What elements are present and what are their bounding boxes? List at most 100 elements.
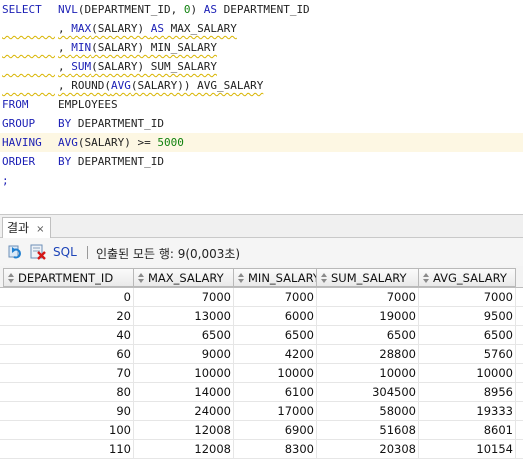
table-cell[interactable]: 10000	[233, 364, 317, 382]
table-cell[interactable]: 58000	[316, 402, 419, 420]
table-cell[interactable]: 4200	[233, 345, 317, 363]
table-row[interactable]: 90 24000 17000 58000 19333	[0, 402, 523, 421]
editor-line[interactable]: FROM EMPLOYEES	[0, 95, 523, 114]
tab-results[interactable]: 결과 ×	[2, 217, 52, 238]
table-cell[interactable]: 40	[3, 326, 134, 344]
table-cell[interactable]: 10154	[418, 440, 516, 458]
column-header[interactable]: MIN_SALARY	[233, 268, 317, 287]
table-cell[interactable]: 8601	[418, 421, 516, 439]
table-cell[interactable]: 5760	[418, 345, 516, 363]
table-cell[interactable]: 7000	[133, 288, 234, 306]
table-row[interactable]: 40 6500 6500 6500 6500	[0, 326, 523, 345]
sort-icon	[238, 273, 244, 283]
sql-token: BY	[58, 155, 72, 168]
table-cell[interactable]: 10000	[316, 364, 419, 382]
table-row[interactable]: 80 14000 6100 304500 8956	[0, 383, 523, 402]
editor-line[interactable]: GROUP BY DEPARTMENT_ID	[0, 114, 523, 133]
table-cell[interactable]: 19333	[418, 402, 516, 420]
editor-line[interactable]: HAVING AVG(SALARY) >= 5000	[0, 133, 523, 152]
table-cell[interactable]: 14000	[133, 383, 234, 401]
sql-link[interactable]: SQL	[53, 245, 77, 259]
table-cell[interactable]: 8300	[233, 440, 317, 458]
sql-expression: , SUM(SALARY) SUM_SALARY	[58, 57, 217, 76]
table-cell[interactable]: 10000	[133, 364, 234, 382]
table-cell[interactable]: 8956	[418, 383, 516, 401]
results-grid[interactable]: DEPARTMENT_ID MAX_SALARY MIN_SALARY SUM_SAL…	[0, 266, 523, 465]
table-cell[interactable]: 7000	[316, 288, 419, 306]
table-cell[interactable]: 6500	[316, 326, 419, 344]
close-icon[interactable]: ×	[36, 224, 44, 235]
editor-line[interactable]: ORDER BY DEPARTMENT_ID	[0, 152, 523, 171]
column-header[interactable]: MAX_SALARY	[133, 268, 234, 287]
table-cell[interactable]: 9000	[133, 345, 234, 363]
sql-expression: AVG(SALARY) >= 5000	[58, 133, 184, 152]
table-cell[interactable]: 7000	[418, 288, 516, 306]
sql-token: MAX	[71, 22, 92, 35]
table-cell[interactable]: 6500	[418, 326, 516, 344]
table-cell[interactable]: 80	[3, 383, 134, 401]
delete-icon[interactable]	[30, 244, 46, 260]
editor-line[interactable]: ;	[0, 171, 523, 190]
grid-header: DEPARTMENT_ID MAX_SALARY MIN_SALARY SUM_SAL…	[0, 266, 523, 288]
table-cell[interactable]: 0	[3, 288, 134, 306]
table-cell[interactable]: 17000	[233, 402, 317, 420]
editor-line[interactable]: , MAX(SALARY) AS MAX_SALARY	[0, 19, 523, 38]
sql-token: ,	[58, 60, 72, 73]
sql-token: , ROUND(	[58, 79, 111, 92]
table-cell[interactable]: 51608	[316, 421, 419, 439]
table-cell[interactable]: 6100	[233, 383, 317, 401]
table-row[interactable]: 60 9000 4200 28800 5760	[0, 345, 523, 364]
editor-line[interactable]: SELECT NVL(DEPARTMENT_ID, 0) AS DEPARTMEN…	[0, 0, 523, 19]
table-cell[interactable]: 12008	[133, 440, 234, 458]
table-cell[interactable]: 6900	[233, 421, 317, 439]
sql-token: BY	[58, 117, 72, 130]
sql-keyword: ;	[2, 174, 9, 187]
table-cell[interactable]: 304500	[316, 383, 419, 401]
editor-line[interactable]: , ROUND(AVG(SALARY)) AVG_SALARY	[0, 76, 523, 95]
table-cell[interactable]: 7000	[233, 288, 317, 306]
sql-editor[interactable]: SELECT NVL(DEPARTMENT_ID, 0) AS DEPARTMEN…	[0, 0, 523, 196]
table-cell[interactable]: 110	[3, 440, 134, 458]
table-cell[interactable]: 100	[3, 421, 134, 439]
table-row[interactable]: 20 13000 6000 19000 9500	[0, 307, 523, 326]
table-cell[interactable]: 20308	[316, 440, 419, 458]
fetch-status: 인출된 모든 행: 9(0,003초)	[96, 247, 241, 261]
sql-token: (SALARY) SUM_SALARY	[91, 60, 217, 73]
refresh-icon[interactable]	[8, 244, 24, 260]
table-cell[interactable]: 6000	[233, 307, 317, 325]
table-cell[interactable]: 19000	[316, 307, 419, 325]
table-row[interactable]: 100 12008 6900 51608 8601	[0, 421, 523, 440]
table-cell[interactable]: 60	[3, 345, 134, 363]
sql-token: (SALARY) MIN_SALARY	[91, 41, 217, 54]
column-header[interactable]: AVG_SALARY	[418, 268, 516, 287]
sort-icon	[8, 273, 14, 283]
table-cell[interactable]: 24000	[133, 402, 234, 420]
table-cell[interactable]: 70	[3, 364, 134, 382]
table-cell[interactable]: 6500	[133, 326, 234, 344]
table-cell[interactable]: 90	[3, 402, 134, 420]
table-cell[interactable]: 13000	[133, 307, 234, 325]
sql-token: DEPARTMENT_ID	[71, 155, 164, 168]
table-cell[interactable]: 28800	[316, 345, 419, 363]
table-row[interactable]: 70 10000 10000 10000 10000	[0, 364, 523, 383]
sql-token: AS	[203, 3, 217, 16]
column-header[interactable]: DEPARTMENT_ID	[3, 268, 134, 287]
column-header-label: DEPARTMENT_ID	[18, 271, 114, 285]
panel-splitter[interactable]	[0, 196, 523, 214]
sql-token: (SALARY)) AVG_SALARY	[130, 79, 264, 92]
column-header-label: AVG_SALARY	[433, 271, 507, 285]
column-header[interactable]: SUM_SALARY	[316, 268, 419, 287]
sql-token: ,	[58, 41, 72, 54]
table-cell[interactable]: 12008	[133, 421, 234, 439]
table-cell[interactable]: 10000	[418, 364, 516, 382]
table-row[interactable]: 110 12008 8300 20308 10154	[0, 440, 523, 459]
editor-line[interactable]: , SUM(SALARY) SUM_SALARY	[0, 57, 523, 76]
sql-token: EMPLOYEES	[58, 98, 118, 111]
editor-line[interactable]: , MIN(SALARY) MIN_SALARY	[0, 38, 523, 57]
sql-expression: NVL(DEPARTMENT_ID, 0) AS DEPARTMENT_ID	[58, 0, 310, 19]
table-cell[interactable]: 20	[3, 307, 134, 325]
table-cell[interactable]: 6500	[233, 326, 317, 344]
sql-token: DEPARTMENT_ID	[71, 117, 164, 130]
table-cell[interactable]: 9500	[418, 307, 516, 325]
table-row[interactable]: 0 7000 7000 7000 7000	[0, 288, 523, 307]
